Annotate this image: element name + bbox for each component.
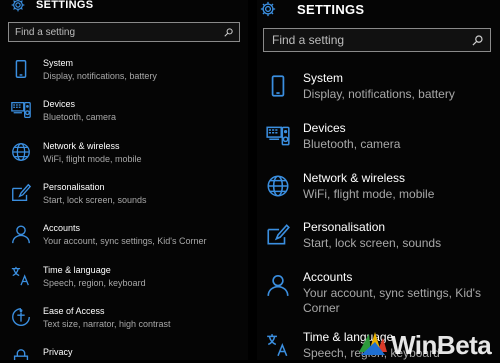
settings-item-network[interactable]: Network & wireless WiFi, flight mode, mob… (10, 140, 142, 165)
settings-item-title: Devices (303, 121, 346, 135)
settings-item-title: Personalisation (303, 220, 386, 234)
search-placeholder: Find a setting (15, 26, 76, 38)
search-placeholder: Find a setting (272, 33, 345, 47)
settings-item-subtitle: Speech, region, keyboard (43, 278, 146, 288)
search-input[interactable]: Find a setting (8, 22, 240, 42)
settings-item-personalisation[interactable]: Personalisation Start, lock screen, sound… (10, 181, 147, 206)
settings-item-devices[interactable]: Devices Bluetooth, camera (10, 98, 116, 123)
settings-item-subtitle: Bluetooth, camera (303, 137, 401, 151)
settings-item-title: Personalisation (43, 182, 105, 192)
settings-item-subtitle: Display, notifications, battery (303, 87, 455, 101)
phone-icon (265, 73, 291, 99)
settings-item-accounts[interactable]: Accounts Your account, sync settings, Kid… (265, 270, 497, 316)
watermark-text: WinBeta (391, 329, 492, 360)
settings-item-title: Network & wireless (303, 171, 406, 185)
personalisation-icon (265, 222, 291, 248)
winbeta-watermark: WinBeta (355, 330, 500, 360)
settings-item-devices[interactable]: Devices Bluetooth, camera (265, 121, 497, 152)
settings-item-personalisation[interactable]: Personalisation Start, lock screen, sound… (265, 220, 497, 251)
phone-icon (10, 58, 32, 80)
left-settings-panel: SETTINGS Find a setting System Display, n… (0, 0, 248, 360)
settings-item-subtitle: Text size, narrator, high contrast (43, 319, 171, 329)
page-title: SETTINGS (36, 0, 94, 11)
winbeta-logo-icon (355, 328, 389, 363)
settings-item-accounts[interactable]: Accounts Your account, sync settings, Kid… (10, 222, 206, 247)
settings-item-time-language[interactable]: Time & language Speech, region, keyboard (10, 264, 146, 289)
settings-item-system[interactable]: System Display, notifications, battery (10, 57, 157, 82)
settings-header: SETTINGS (259, 0, 364, 18)
settings-item-title: System (43, 58, 74, 68)
settings-item-title: Privacy (43, 347, 73, 357)
globe-icon (265, 173, 291, 199)
settings-item-subtitle: WiFi, flight mode, mobile (43, 154, 142, 164)
settings-item-subtitle: Your account, sync settings, Kid's Corne… (43, 236, 207, 246)
settings-item-system[interactable]: System Display, notifications, battery (265, 71, 497, 102)
settings-item-subtitle: Display, notifications, battery (43, 71, 157, 81)
gear-icon (259, 0, 277, 18)
settings-item-title: System (303, 71, 344, 85)
settings-item-subtitle: Start, lock screen, sounds (303, 236, 442, 250)
panel-divider (248, 0, 257, 360)
search-icon[interactable] (224, 27, 233, 37)
settings-item-title: Ease of Access (43, 306, 105, 316)
time-language-icon (10, 265, 32, 287)
settings-item-network[interactable]: Network & wireless WiFi, flight mode, mob… (265, 171, 497, 202)
personalisation-icon (10, 182, 32, 204)
person-icon (10, 223, 32, 245)
devices-icon (10, 99, 32, 121)
settings-item-title: Accounts (43, 223, 81, 233)
time-language-icon (265, 332, 291, 358)
settings-item-ease-of-access[interactable]: Ease of Access Text size, narrator, high … (10, 305, 171, 330)
settings-item-subtitle: Start, lock screen, sounds (43, 195, 147, 205)
settings-item-title: Network & wireless (43, 141, 120, 151)
person-icon (265, 272, 291, 298)
settings-item-subtitle: Bluetooth, camera (43, 112, 117, 122)
gear-icon (10, 0, 26, 13)
ease-of-access-icon (10, 306, 32, 328)
devices-icon (265, 123, 291, 149)
settings-item-title: Devices (43, 99, 76, 109)
settings-header: SETTINGS (10, 0, 93, 14)
settings-item-privacy[interactable]: Privacy (10, 346, 73, 360)
search-icon[interactable] (472, 34, 483, 46)
settings-item-subtitle: WiFi, flight mode, mobile (303, 187, 435, 201)
settings-item-subtitle: Your account, sync settings, Kid's Corne… (303, 286, 481, 315)
settings-item-title: Time & language (43, 265, 111, 275)
lock-icon (10, 347, 32, 360)
page-title: SETTINGS (297, 1, 365, 17)
right-settings-panel: SETTINGS Find a setting System Display, n… (257, 0, 500, 360)
globe-icon (10, 141, 32, 163)
search-input[interactable]: Find a setting (263, 28, 491, 52)
settings-item-title: Accounts (303, 270, 353, 284)
